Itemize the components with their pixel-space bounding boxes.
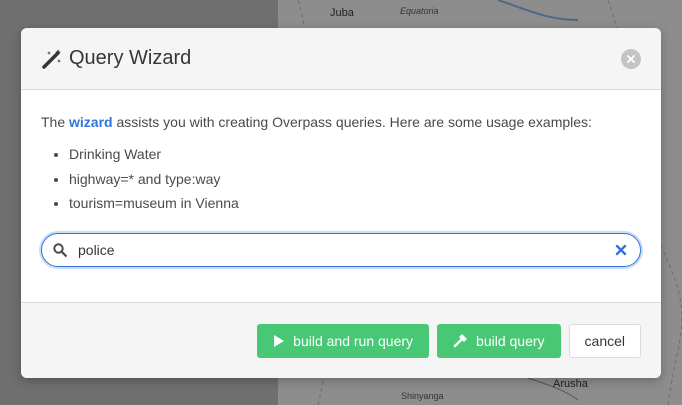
dialog-header: Query Wizard [21,28,661,90]
cancel-label: cancel [584,332,625,349]
wizard-help-link[interactable]: wizard [69,114,113,130]
magic-wand-icon [42,48,61,69]
example-item: highway=* and type:way [69,167,641,192]
search-icon [53,242,67,257]
build-query-label: build query [476,332,545,349]
query-wizard-dialog: Query Wizard The wizard assists you with… [21,28,661,378]
example-list: Drinking Water highway=* and type:way to… [69,142,641,216]
search-input[interactable] [41,232,641,267]
close-icon [627,55,635,63]
dialog-body: The wizard assists you with creating Ove… [21,90,661,302]
build-query-button[interactable]: build query [437,323,561,358]
cancel-button[interactable]: cancel [568,323,641,358]
search-field [41,232,641,267]
dialog-footer: build and run query build query cancel [21,302,661,378]
build-and-run-query-button[interactable]: build and run query [257,323,430,358]
map-city-label: Shinyanga [401,391,444,401]
clear-icon[interactable] [615,244,627,256]
intro-text: The wizard assists you with creating Ove… [41,112,641,132]
intro-prefix: The [41,114,66,130]
example-item: Drinking Water [69,142,641,167]
hammer-icon [453,334,468,348]
map-region-label: Equatoria [400,6,439,16]
dialog-title: Query Wizard [41,47,191,70]
close-button[interactable] [621,49,641,69]
map-city-label: Juba [330,7,354,19]
build-and-run-query-label: build and run query [293,332,414,349]
intro-suffix: assists you with creating Overpass queri… [116,114,592,130]
play-icon [274,334,285,347]
example-item: tourism=museum in Vienna [69,191,641,216]
dialog-title-text: Query Wizard [69,47,192,69]
map-city-label: Arusha [553,378,588,390]
